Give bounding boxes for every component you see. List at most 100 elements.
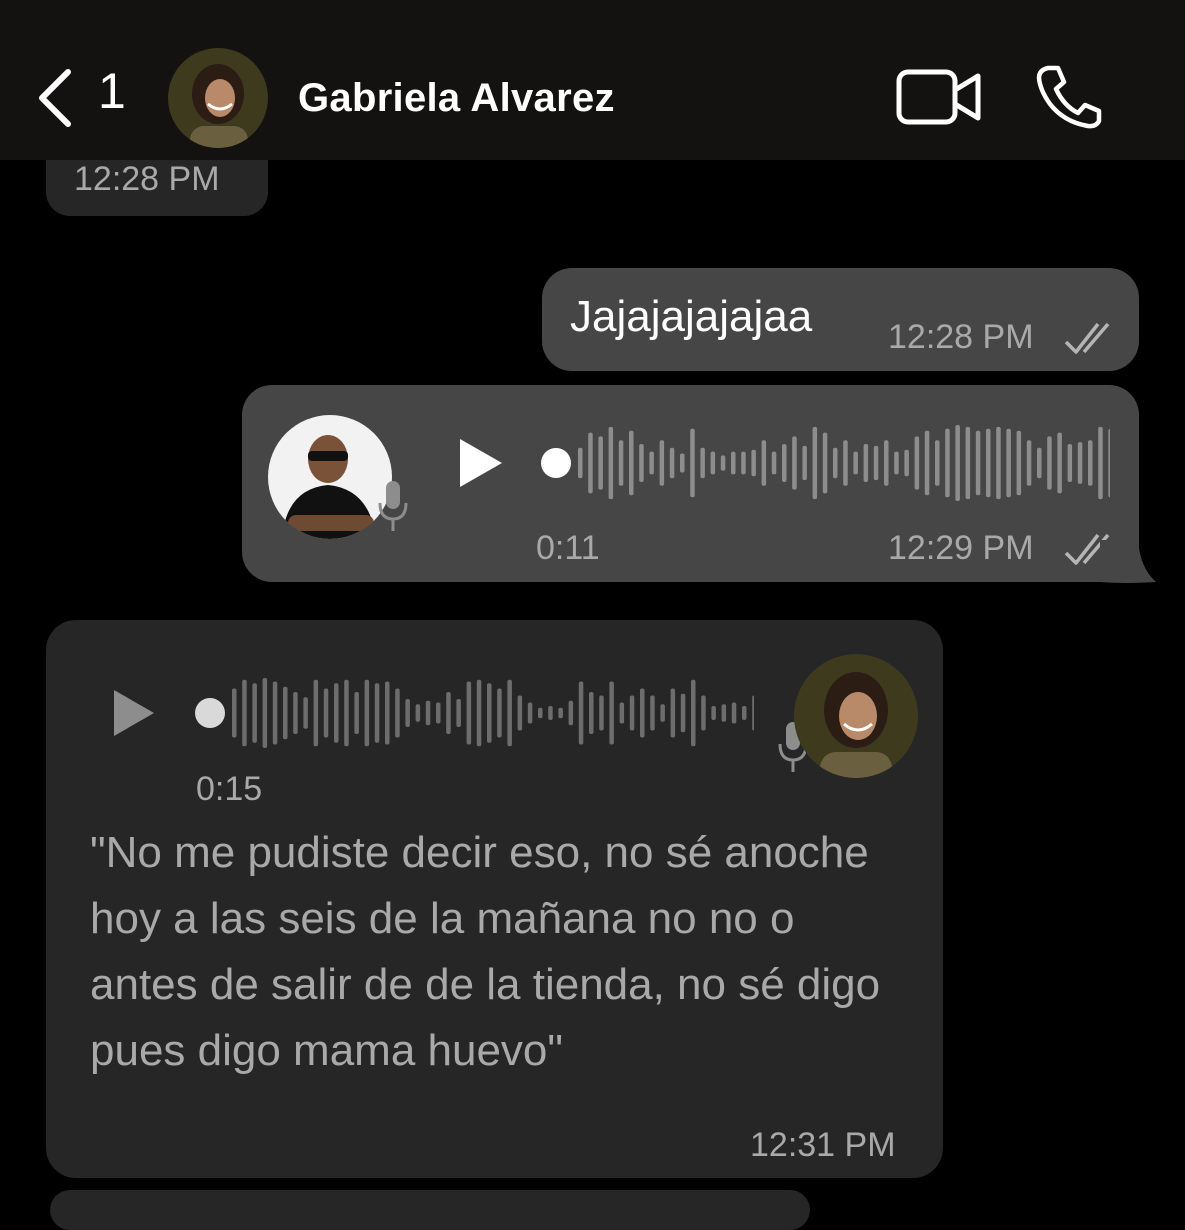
voice-message-outgoing[interactable]: 0:11 12:29 PM (242, 385, 1139, 582)
waveform-bar (313, 679, 319, 747)
waveform-bar (639, 444, 644, 482)
waveform-bar (619, 702, 625, 724)
play-icon[interactable] (456, 437, 504, 489)
waveform-bar (466, 681, 472, 745)
waveform-bar (609, 681, 614, 745)
back-button[interactable]: 1 (34, 63, 144, 130)
waveform-bar (752, 695, 754, 731)
waveform-bar (608, 426, 614, 500)
sender-avatar (268, 415, 392, 539)
contact-avatar[interactable] (168, 48, 268, 148)
chevron-left-icon (39, 69, 71, 127)
waveform-bar (527, 702, 533, 724)
waveform-bar (1067, 444, 1073, 482)
waveform-bar (1088, 440, 1093, 486)
waveform-bar (1047, 436, 1052, 490)
waveform-bar (538, 707, 543, 719)
waveform-scrubber[interactable] (541, 448, 571, 478)
waveform-bar (1016, 430, 1022, 496)
waveform-bar (334, 683, 339, 743)
contact-name[interactable]: Gabriela Alvarez (298, 76, 615, 121)
waveform-bar (741, 451, 746, 475)
phone-icon (1036, 65, 1102, 129)
bubble-tail (1100, 540, 1156, 583)
waveform-bar (670, 688, 676, 738)
waveform-bar (598, 436, 603, 490)
waveform-bar (374, 683, 380, 743)
play-icon[interactable] (110, 688, 156, 738)
unread-count: 1 (98, 63, 126, 119)
waveform-bar (822, 432, 828, 494)
audio-waveform[interactable] (194, 678, 754, 748)
waveform-bar (364, 679, 370, 747)
waveform-bar (873, 445, 879, 481)
double-check-icon (1064, 322, 1110, 354)
waveform-bar (721, 704, 727, 722)
waveform-bar (894, 451, 899, 475)
sender-avatar-image (268, 415, 392, 539)
waveform-bar (252, 683, 257, 743)
message-bubble-incoming[interactable] (50, 1190, 810, 1230)
audio-waveform[interactable] (540, 425, 1110, 501)
microphone-icon (378, 481, 408, 531)
waveform-bar (986, 428, 991, 498)
waveform-bar (843, 440, 848, 486)
chat-header: 1 Gabriela Alvarez (0, 0, 1185, 160)
waveform-bar (690, 428, 695, 498)
video-call-button[interactable] (896, 68, 982, 126)
waveform-bar (659, 440, 665, 486)
waveform-bar (904, 449, 909, 477)
waveform-bar (701, 695, 706, 731)
waveform-bar (833, 447, 838, 479)
waveform-bar (548, 706, 553, 720)
waveform-bar (955, 425, 960, 501)
voice-call-button[interactable] (1034, 64, 1104, 130)
waveform-bar (436, 702, 441, 724)
waveform-bar (272, 681, 278, 745)
waveform-bar (1037, 447, 1042, 479)
voice-message-incoming[interactable]: 0:15 "No me pudiste decir eso, no sé ano… (46, 620, 943, 1178)
waveform-bar (812, 426, 818, 500)
message-bubble-outgoing[interactable]: Jajajajajajaa 12:28 PM (542, 268, 1139, 371)
waveform-bar (935, 440, 940, 486)
waveform-bar (782, 444, 787, 482)
waveform-bar (629, 695, 635, 731)
waveform-bar (771, 451, 777, 475)
message-time: 12:28 PM (74, 160, 220, 198)
contact-avatar-image (168, 48, 268, 148)
waveform-bar (680, 693, 686, 733)
waveform-bar (863, 444, 869, 482)
waveform-bar (1026, 440, 1032, 486)
waveform-bar (1098, 426, 1103, 500)
waveform-bar (650, 695, 655, 731)
waveform-bar (303, 697, 308, 729)
waveform-bar (323, 688, 329, 738)
waveform-bar (802, 445, 807, 481)
waveform-bar (669, 447, 675, 479)
waveform-bar (354, 692, 359, 734)
waveform-bar (497, 688, 502, 738)
waveform-bar (405, 699, 410, 727)
waveform-bar (1057, 432, 1062, 494)
waveform-bar (232, 688, 237, 738)
waveform-bar (742, 706, 747, 720)
waveform-bar (660, 704, 665, 722)
waveform-bar (853, 451, 858, 475)
sender-avatar-image (794, 654, 918, 778)
sender-avatar (794, 654, 918, 778)
voice-transcript: "No me pudiste decir eso, no sé anoche h… (90, 828, 881, 1075)
waveform-bar (558, 707, 563, 719)
waveform-bar (456, 699, 461, 727)
waveform-bar (242, 679, 247, 747)
waveform-bar (385, 681, 390, 745)
waveform-bar (618, 440, 624, 486)
waveform-bar (588, 432, 593, 494)
waveform-bar (731, 451, 736, 475)
waveform-bar (1006, 428, 1011, 498)
waveform-bar (691, 679, 696, 747)
waveform-bar (425, 700, 431, 726)
waveform-bar (578, 681, 584, 745)
waveform-bar (487, 683, 492, 743)
waveform-scrubber[interactable] (195, 698, 225, 728)
waveform-bar (283, 686, 288, 740)
